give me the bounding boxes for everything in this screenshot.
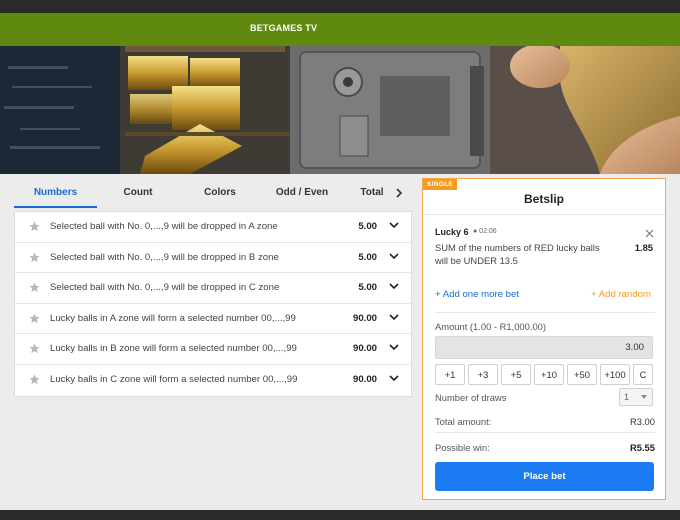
bet-odds[interactable]: 5.00 [358,282,377,293]
total-amount-row: Total amount: R3.00 [435,416,655,427]
bet-description: Lucky balls in C zone will form a select… [50,373,298,385]
bet-odds[interactable]: 5.00 [358,221,377,232]
bet-odds[interactable]: 90.00 [353,374,377,385]
top-navbar: BETGAMES TV [0,13,680,46]
bet-description: Selected ball with No. 0,...,9 will be d… [50,221,278,232]
divider [423,214,665,215]
add-one-more-bet-link[interactable]: + Add one more bet [435,289,519,300]
place-bet-button[interactable]: Place bet [435,462,654,491]
betslip-panel: SINGLE Betslip Lucky 6 ● 02:06 SUM of th… [422,178,666,500]
chevron-down-icon[interactable] [389,314,399,321]
game-countdown: ● 02:06 [473,228,497,235]
bet-description: Lucky balls in A zone will form a select… [50,312,296,324]
hero-banner [0,46,680,174]
tab-total[interactable]: Total [348,180,396,208]
bet-odds[interactable]: 5.00 [358,252,377,263]
quick-add-10-button[interactable]: +10 [534,364,564,385]
amount-input[interactable] [435,336,653,359]
bet-description: Lucky balls in B zone will form a select… [50,343,297,355]
game-name: Lucky 6 [435,227,469,237]
close-icon[interactable] [645,229,654,238]
selected-bet-description: SUM of the numbers of RED lucky balls wi… [435,242,600,266]
total-amount-label: Total amount: [435,416,492,427]
list-item[interactable]: Lucky balls in A zone will form a select… [15,304,411,335]
number-of-draws-label: Number of draws [435,392,507,403]
list-item[interactable]: Selected ball with No. 0,...,9 will be d… [15,273,411,304]
top-strip [0,0,680,13]
list-item[interactable]: Selected ball with No. 0,...,9 will be d… [15,212,411,243]
star-icon[interactable] [29,374,40,385]
star-icon[interactable] [29,282,40,293]
brand-title[interactable]: BETGAMES TV [250,23,317,33]
total-amount-value: R3.00 [629,416,655,427]
star-icon[interactable] [29,313,40,324]
bet-description: Selected ball with No. 0,...,9 will be d… [50,251,279,263]
quick-add-5-button[interactable]: +5 [501,364,531,385]
bet-odds[interactable]: 90.00 [353,313,377,324]
single-badge: SINGLE [423,179,457,190]
divider [435,432,655,433]
bet-description: Selected ball with No. 0,...,9 will be d… [50,282,280,294]
vault-banner-image [0,46,680,174]
chevron-down-icon[interactable] [389,222,399,229]
clear-amount-button[interactable]: C [633,364,653,385]
chevron-down-icon[interactable] [389,375,399,382]
amount-label: Amount (1.00 - R1,000.00) [435,321,546,332]
betslip-title: Betslip [523,192,564,206]
bet-list: Selected ball with No. 0,...,9 will be d… [14,211,412,397]
chevron-down-icon[interactable] [389,283,399,290]
quick-add-1-button[interactable]: +1 [435,364,465,385]
divider [435,312,655,313]
chevron-down-icon[interactable] [389,344,399,351]
star-icon[interactable] [29,252,40,263]
selected-bet-odds: 1.85 [634,242,653,253]
tab-odd-even[interactable]: Odd / Even [266,180,338,208]
tab-count[interactable]: Count [102,180,174,208]
tab-numbers[interactable]: Numbers [14,180,97,208]
add-random-link[interactable]: + Add random [591,289,651,300]
list-item[interactable]: Selected ball with No. 0,...,9 will be d… [15,243,411,274]
chevron-down-icon[interactable] [389,253,399,260]
quick-add-3-button[interactable]: +3 [468,364,498,385]
tab-colors[interactable]: Colors [184,180,256,208]
bet-odds[interactable]: 90.00 [353,343,377,354]
caret-down-icon [641,395,647,399]
list-item[interactable]: Lucky balls in B zone will form a select… [15,334,411,365]
quick-add-50-button[interactable]: +50 [567,364,597,385]
number-of-draws-select[interactable]: 1 [619,388,653,406]
quick-add-100-button[interactable]: +100 [600,364,630,385]
possible-win-label: Possible win: [435,442,490,453]
list-item[interactable]: Lucky balls in C zone will form a select… [15,365,411,396]
possible-win-row: Possible win: R5.55 [435,442,655,453]
draws-value: 1 [624,392,630,402]
chevron-right-icon[interactable] [392,184,406,202]
star-icon[interactable] [29,343,40,354]
bottom-strip [0,510,680,520]
market-tabs: Numbers Count Colors Odd / Even Total [14,180,412,210]
star-icon[interactable] [29,221,40,232]
possible-win-value: R5.55 [629,442,655,453]
